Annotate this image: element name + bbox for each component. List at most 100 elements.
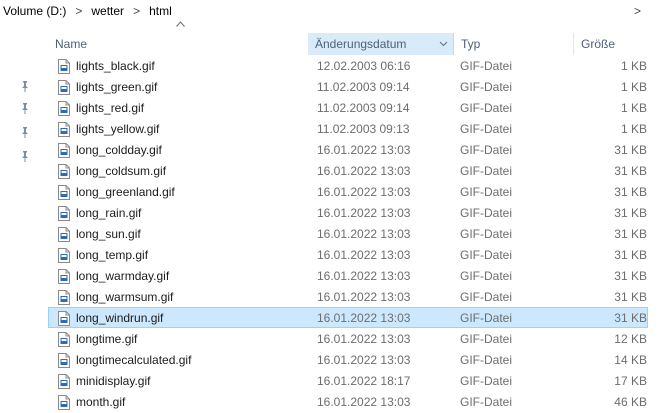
file-list: Name Änderungsdatum Typ Größe lights_bla… [48,21,671,410]
gif-file-icon [58,206,70,221]
file-name: long_temp.gif [76,248,149,262]
column-header-bar: Name Änderungsdatum Typ Größe [48,21,671,55]
file-type: GIF-Datei [460,269,513,283]
file-date: 16.01.2022 18:17 [317,374,411,388]
file-type: GIF-Datei [460,332,513,346]
file-row[interactable]: month.gif 16.01.2022 13:03 GIF-Datei 46 KB [48,391,648,412]
file-row[interactable]: long_sun.gif 16.01.2022 13:03 GIF-Datei 31 … [48,223,648,244]
file-date: 16.01.2022 13:03 [317,143,411,157]
column-header-date[interactable]: Änderungsdatum [308,33,454,55]
gif-file-icon [58,101,70,116]
file-size: 1 KB [620,80,647,94]
file-date: 16.01.2022 13:03 [317,164,411,178]
file-size: 12 KB [614,332,647,346]
file-date: 16.01.2022 13:03 [317,332,411,346]
file-name: longtimecalculated.gif [76,353,192,367]
file-row[interactable]: long_temp.gif 16.01.2022 13:03 GIF-Datei 31… [48,244,648,265]
column-header-name[interactable]: Name [48,21,308,55]
file-date: 16.01.2022 13:03 [317,311,411,325]
file-row[interactable]: longtimecalculated.gif 16.01.2022 13:03 GI… [48,349,648,370]
file-date: 16.01.2022 13:03 [317,290,411,304]
file-row[interactable]: minidisplay.gif 16.01.2022 18:17 GIF-Datei… [48,370,648,391]
file-date: 16.01.2022 13:03 [317,353,411,367]
file-row[interactable]: long_warmday.gif 16.01.2022 13:03 GIF-Date… [48,265,648,286]
file-row[interactable]: lights_red.gif 11.02.2003 09:14 GIF-Datei 1… [48,97,648,118]
column-header-type[interactable]: Typ [454,33,574,55]
file-size: 1 KB [620,59,647,73]
file-type: GIF-Datei [460,374,513,388]
file-size: 31 KB [614,311,647,325]
navigation-pane [0,22,48,404]
file-size: 1 KB [620,122,647,136]
pin-icon[interactable] [19,102,31,114]
file-name: month.gif [76,395,126,409]
gif-file-icon [58,311,70,326]
gif-file-icon [58,122,70,137]
pin-icon[interactable] [19,80,31,92]
file-row[interactable]: lights_yellow.gif 11.02.2003 09:13 GIF-Dat… [48,118,648,139]
file-name: long_warmsum.gif [76,290,174,304]
pin-icon[interactable] [19,150,31,162]
file-name: minidisplay.gif [76,374,151,388]
file-size: 31 KB [614,227,647,241]
breadcrumb-separator[interactable]: > [133,4,140,18]
file-date: 11.02.2003 09:14 [317,101,410,115]
gif-file-icon [58,80,70,95]
breadcrumb-item-volume[interactable]: Volume (D:) [3,4,66,18]
gif-file-icon [58,374,70,389]
file-name: long_rain.gif [76,206,142,220]
gif-file-icon [58,59,70,74]
file-size: 31 KB [614,164,647,178]
file-type: GIF-Datei [460,353,513,367]
breadcrumb-item-html[interactable]: html [149,4,172,18]
pin-icon[interactable] [19,126,31,138]
file-size: 31 KB [614,143,647,157]
file-date: 16.01.2022 13:03 [317,248,411,262]
file-type: GIF-Datei [460,80,513,94]
gif-file-icon [58,395,70,410]
file-date: 16.01.2022 13:03 [317,227,411,241]
file-size: 46 KB [614,395,647,409]
file-date: 11.02.2003 09:13 [317,122,410,136]
file-date: 16.01.2022 13:03 [317,395,411,409]
file-row[interactable]: longtime.gif 16.01.2022 13:03 GIF-Datei 12 … [48,328,648,349]
file-row[interactable]: long_coldday.gif 16.01.2022 13:03 GIF-Date… [48,139,648,160]
gif-file-icon [58,353,70,368]
file-name: lights_red.gif [76,101,145,115]
file-type: GIF-Datei [460,206,513,220]
file-name: long_warmday.gif [76,269,170,283]
gif-file-icon [58,185,70,200]
file-row[interactable]: lights_green.gif 11.02.2003 09:14 GIF-Date… [48,76,648,97]
file-type: GIF-Datei [460,227,513,241]
file-size: 14 KB [614,353,647,367]
sort-up-icon [176,21,185,27]
file-row[interactable]: long_windrun.gif 16.01.2022 13:03 GIF-Date… [48,307,648,328]
column-header-date-label: Änderungsdatum [315,37,407,51]
file-size: 31 KB [614,206,647,220]
gif-file-icon [58,143,70,158]
file-type: GIF-Datei [460,395,513,409]
column-header-size[interactable]: Größe [574,33,648,55]
file-row[interactable]: long_warmsum.gif 16.01.2022 13:03 GIF-Date… [48,286,648,307]
file-row[interactable]: long_rain.gif 16.01.2022 13:03 GIF-Datei 31… [48,202,648,223]
file-row[interactable]: lights_black.gif 12.02.2003 06:16 GIF-Date… [48,55,648,76]
file-date: 11.02.2003 09:14 [317,80,410,94]
file-row[interactable]: long_coldsum.gif 16.01.2022 13:03 GIF-Date… [48,160,648,181]
file-size: 17 KB [614,374,647,388]
file-type: GIF-Datei [460,248,513,262]
column-header-type-label: Typ [461,37,481,51]
file-type: GIF-Datei [460,185,513,199]
breadcrumb-item-wetter[interactable]: wetter [91,4,124,18]
breadcrumb-separator[interactable]: > [75,4,82,18]
column-header-name-label: Name [55,37,88,51]
file-row[interactable]: long_greenland.gif 16.01.2022 13:03 GIF-Da… [48,181,648,202]
breadcrumb-separator[interactable]: > [634,4,641,18]
chevron-down-icon[interactable] [439,39,448,48]
gif-file-icon [58,269,70,284]
file-date: 16.01.2022 13:03 [317,206,411,220]
file-name: long_windrun.gif [76,311,164,325]
file-name: long_sun.gif [76,227,141,241]
gif-file-icon [58,164,70,179]
column-header-size-label: Größe [581,37,616,51]
file-size: 1 KB [620,101,647,115]
